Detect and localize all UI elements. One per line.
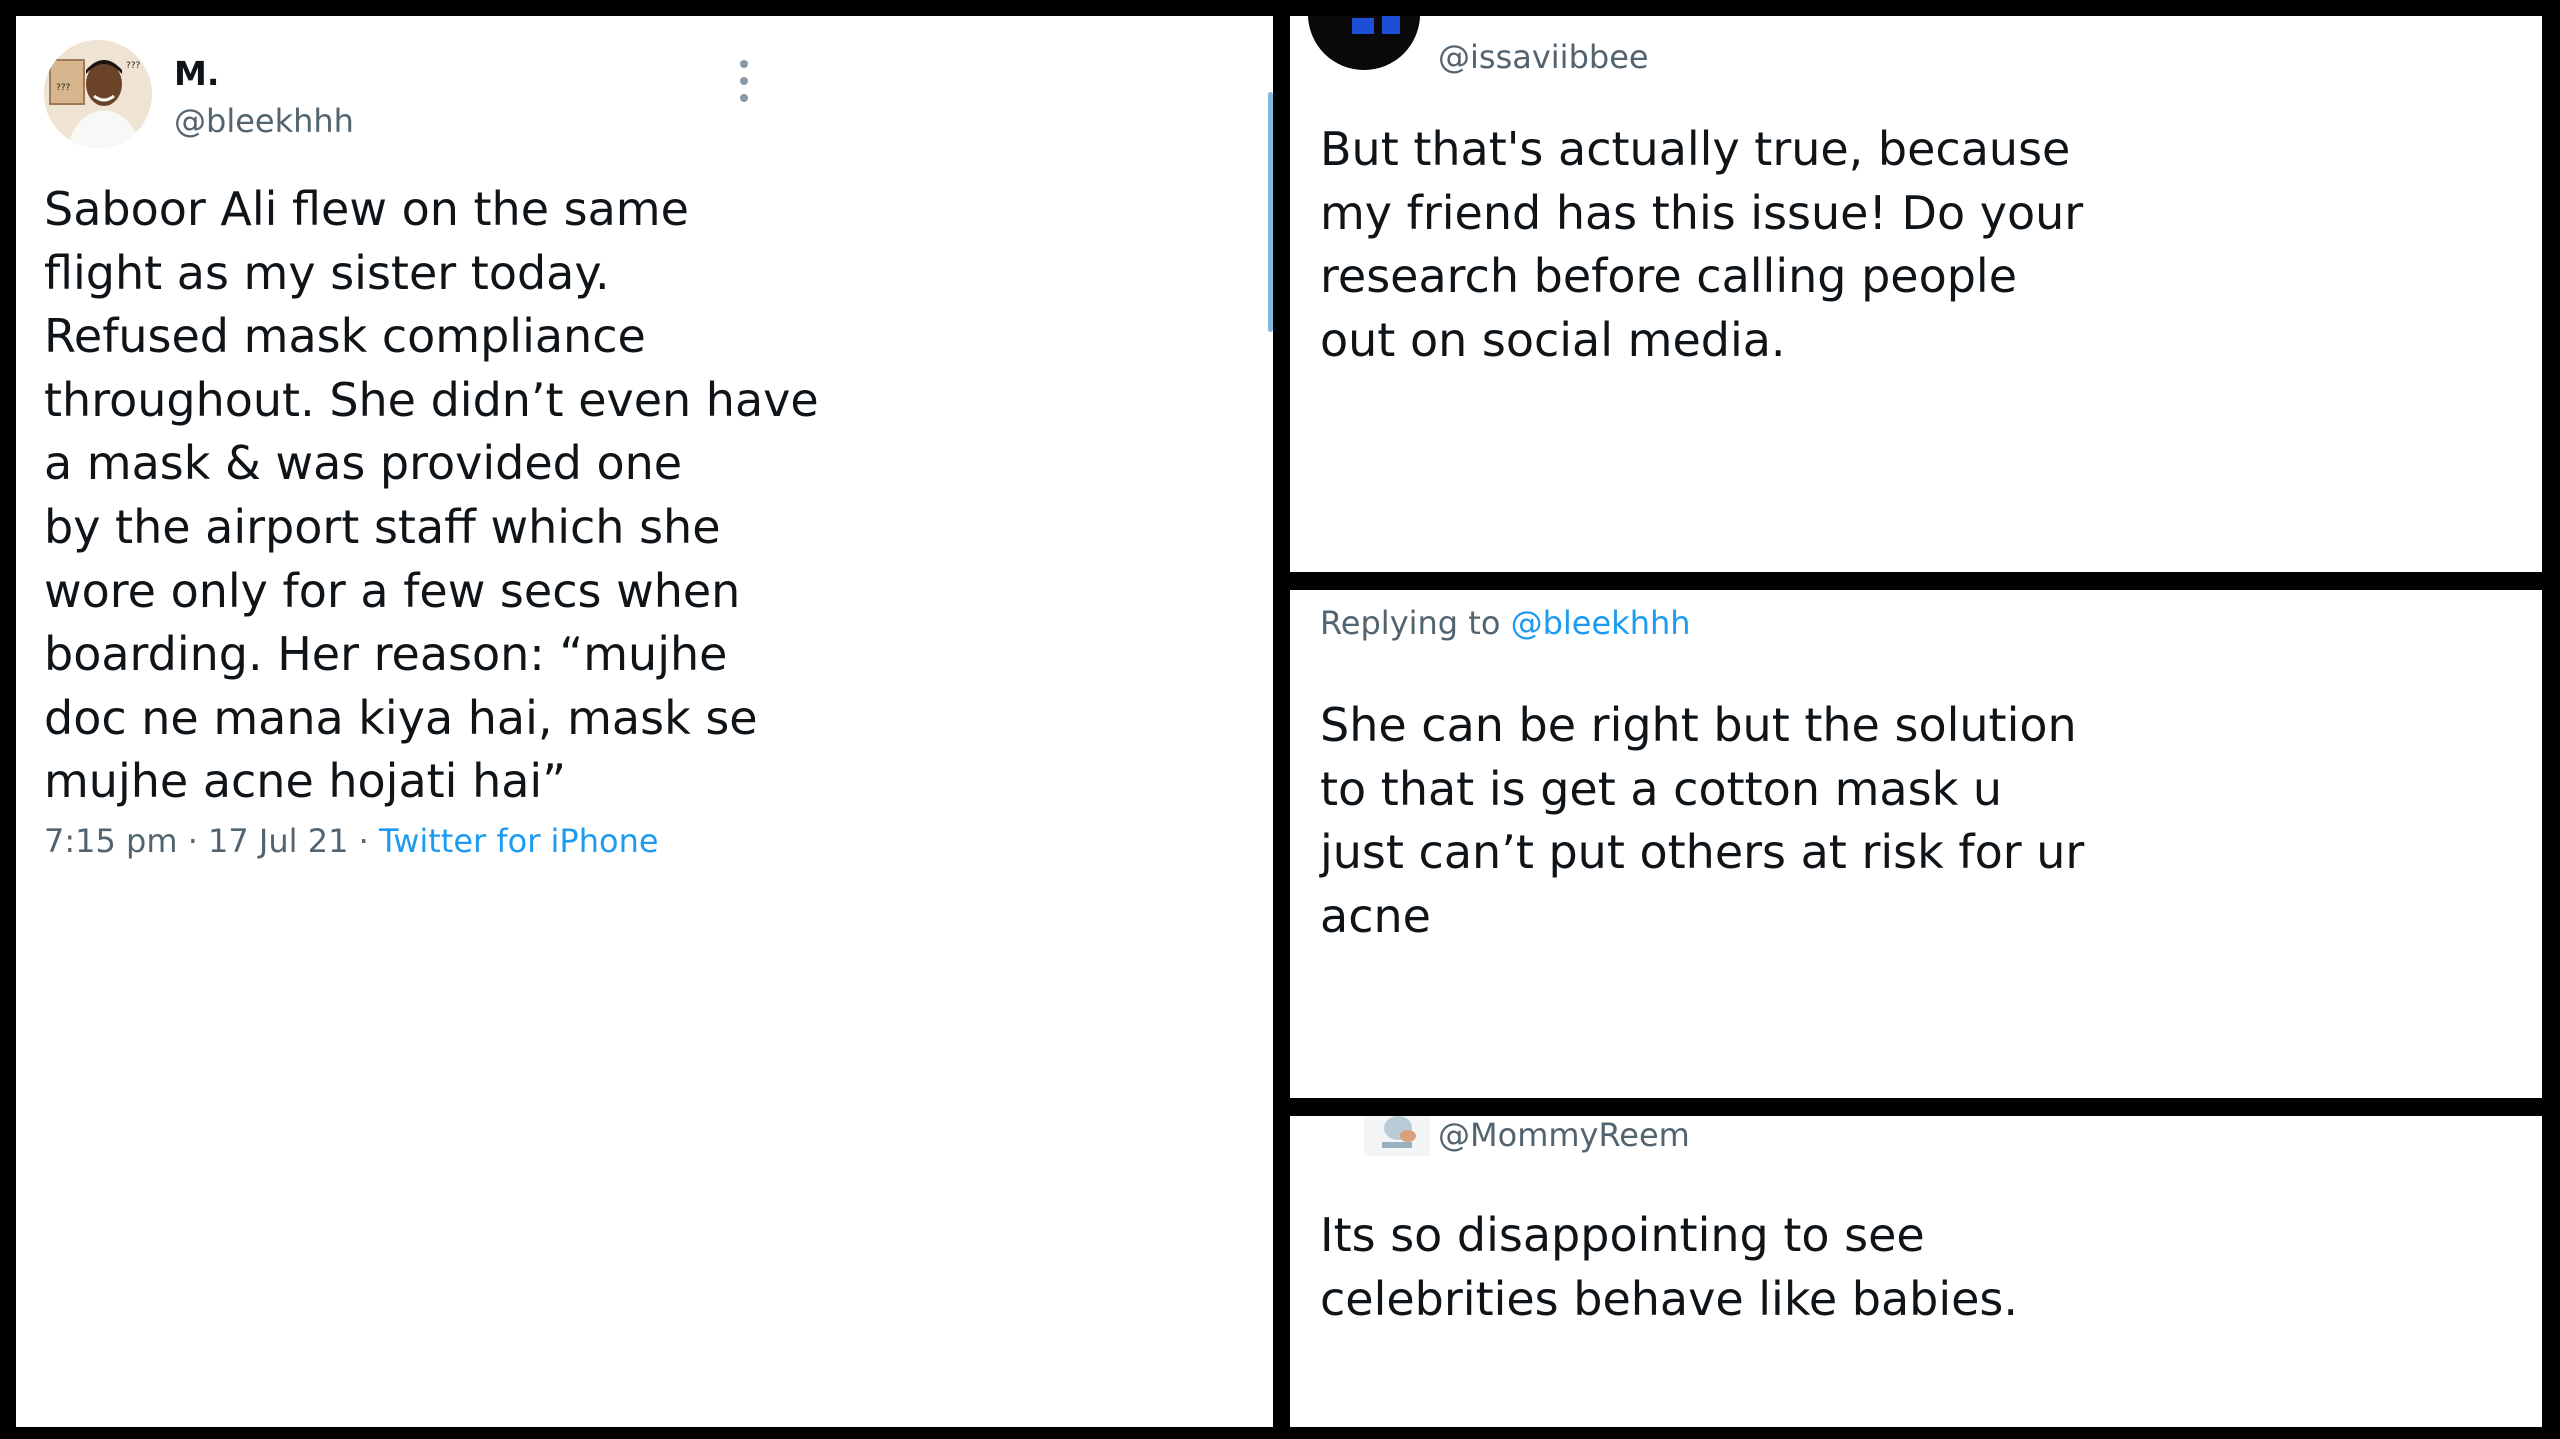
meta-separator: · — [358, 822, 369, 860]
user-handle[interactable]: @MommyReem — [1438, 1116, 1690, 1154]
tweet-source-link[interactable]: Twitter for iPhone — [379, 822, 659, 860]
user-handle[interactable]: @bleekhhh — [174, 102, 354, 140]
tweet-text: She can be right but the solution to tha… — [1320, 698, 2085, 943]
avatar[interactable] — [1364, 1116, 1430, 1156]
scrollbar[interactable] — [1268, 92, 1273, 332]
user-handle[interactable]: @issaviibbee — [1438, 38, 1649, 76]
display-name[interactable]: M. — [174, 54, 219, 93]
reply-card: @issaviibbee But that's actually true, b… — [1290, 16, 2542, 572]
tweet-time: 7:15 pm — [44, 822, 178, 860]
avatar-mark: ??? — [56, 83, 71, 93]
more-options-icon[interactable] — [734, 60, 754, 102]
main-tweet-card: ??? ??? M. @bleekhhh Saboor Ali flew on … — [16, 16, 1273, 1427]
avatar-image: ??? ??? — [44, 40, 152, 148]
replying-to-mention[interactable]: @bleekhhh — [1511, 604, 1691, 642]
reply-card: @MommyReem Its so disappointing to see c… — [1290, 1116, 2542, 1427]
tweet-meta: 7:15 pm · 17 Jul 21 · Twitter for iPhone — [44, 822, 659, 860]
tweet-text: Its so disappointing to see celebrities … — [1320, 1208, 2018, 1326]
reply-card: Replying to @bleekhhh She can be right b… — [1290, 590, 2542, 1098]
avatar[interactable] — [1308, 16, 1420, 70]
avatar-mark: ??? — [126, 61, 141, 71]
tweet-text: Saboor Ali flew on the same flight as my… — [44, 182, 819, 809]
avatar-image — [1364, 1116, 1430, 1156]
tweet-text: But that's actually true, because my fri… — [1320, 122, 2084, 367]
replying-to: Replying to @bleekhhh — [1320, 604, 1691, 642]
replying-to-label: Replying to — [1320, 604, 1501, 642]
tweet-date[interactable]: 17 Jul 21 — [208, 822, 348, 860]
avatar-image — [1308, 16, 1420, 70]
meta-separator: · — [187, 822, 198, 860]
avatar[interactable]: ??? ??? — [44, 40, 152, 148]
